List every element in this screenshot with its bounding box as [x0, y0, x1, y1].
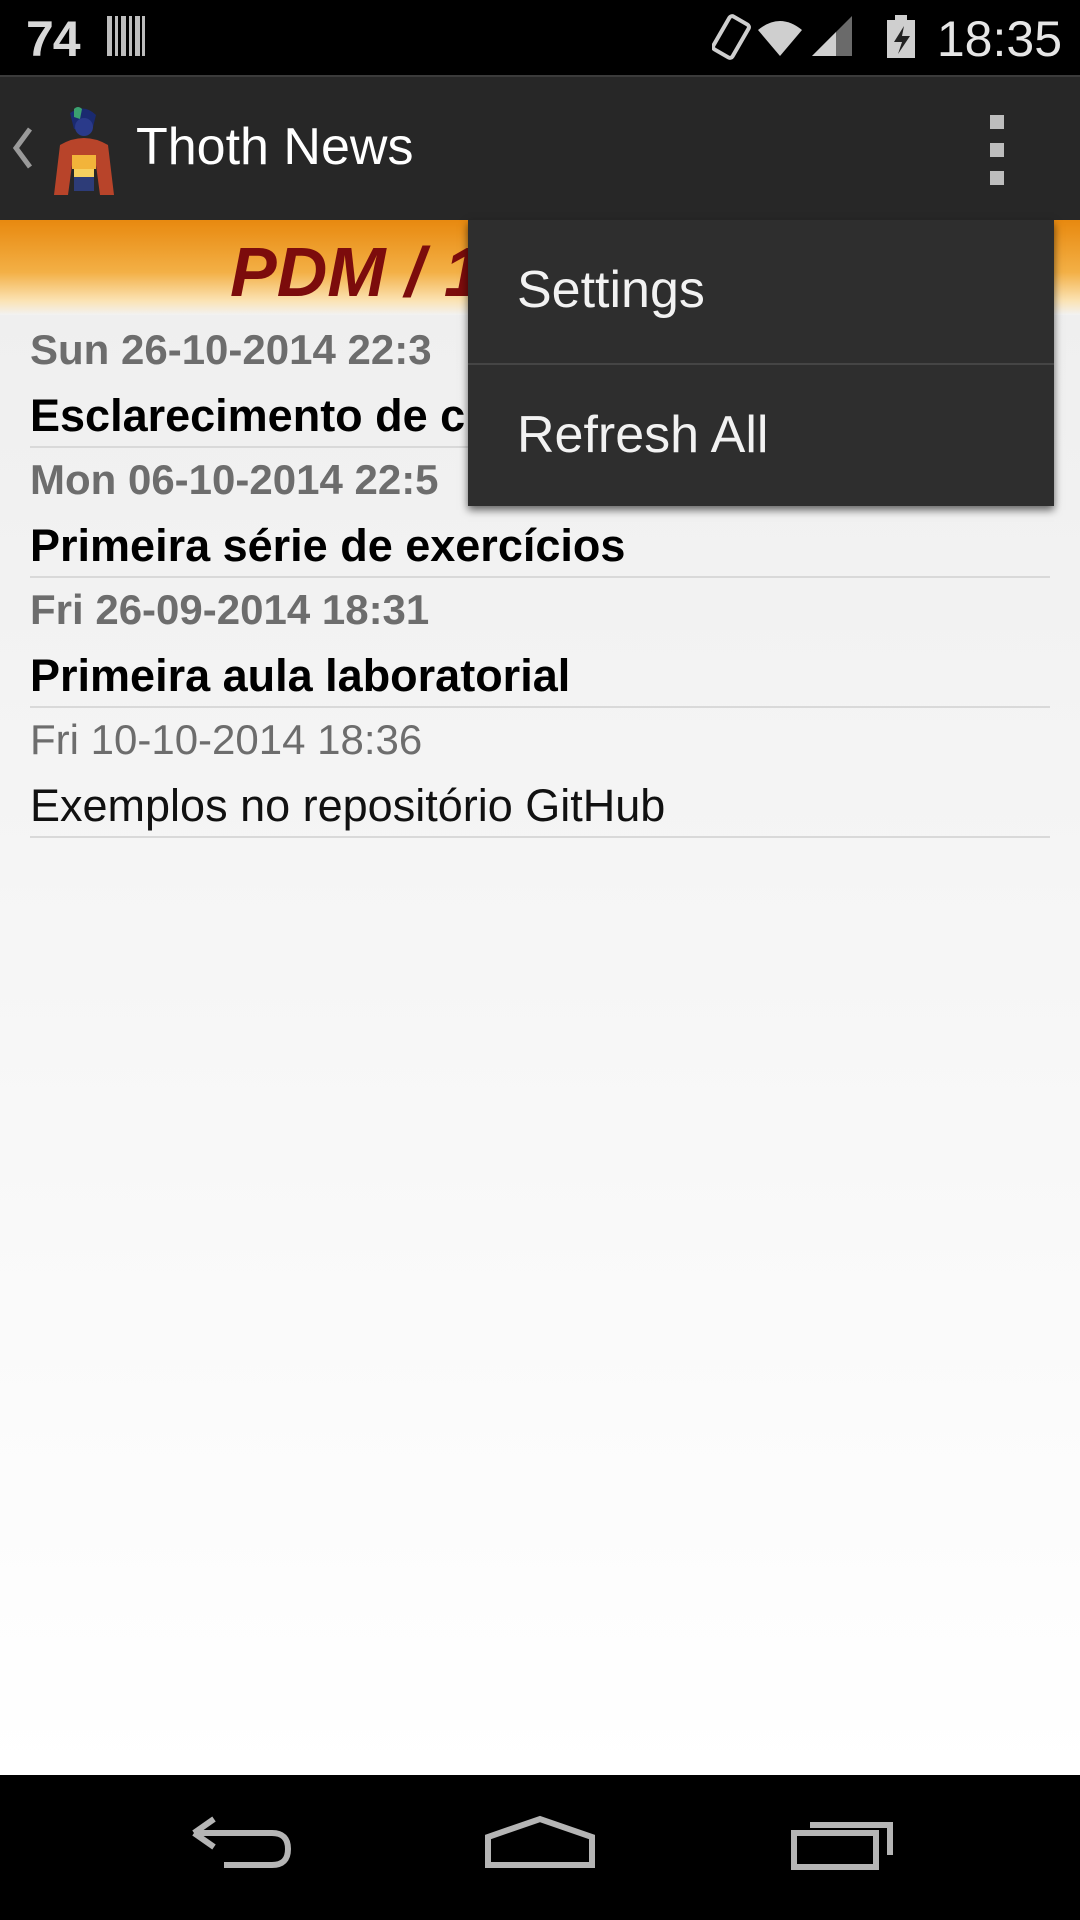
menu-item-label: Refresh All	[517, 406, 769, 464]
status-time: 18:35	[936, 11, 1062, 67]
news-item[interactable]: Fri 26-09-2014 18:31 Primeira aula labor…	[30, 578, 1050, 708]
app-title: Thoth News	[136, 118, 414, 176]
wifi-icon	[758, 21, 802, 56]
menu-item-label: Settings	[517, 261, 705, 319]
signal-icon	[812, 16, 852, 56]
status-notification-count: 74	[26, 11, 81, 67]
back-icon[interactable]	[180, 1805, 300, 1885]
news-date: Mon 06-10-2014 22:5	[30, 456, 439, 503]
back-chevron-icon[interactable]	[10, 125, 34, 171]
news-date: Fri 10-10-2014 18:36	[30, 716, 423, 763]
status-bar: 74 18:35	[0, 0, 1080, 75]
news-date: Fri 26-09-2014 18:31	[30, 586, 430, 633]
overflow-popup-menu: Settings Refresh All	[468, 220, 1054, 506]
news-title: Primeira série de exercícios	[30, 520, 626, 571]
action-bar: Thoth News	[0, 75, 1080, 222]
news-title: Esclarecimento de c	[30, 390, 466, 441]
vibrate-icon	[712, 14, 751, 60]
navigation-bar	[0, 1775, 1080, 1920]
recents-icon[interactable]	[780, 1805, 900, 1885]
news-title: Exemplos no repositório GitHub	[30, 780, 666, 831]
news-item[interactable]: Fri 10-10-2014 18:36 Exemplos no reposit…	[30, 708, 1050, 838]
battery-charging-icon	[887, 15, 915, 58]
menu-item-refresh-all[interactable]: Refresh All	[468, 365, 1054, 508]
barcode-icon	[107, 16, 145, 56]
app-logo[interactable]	[44, 105, 124, 197]
menu-item-settings[interactable]: Settings	[468, 220, 1054, 363]
overflow-menu-icon[interactable]	[975, 115, 1019, 185]
news-title: Primeira aula laboratorial	[30, 650, 571, 701]
news-date: Sun 26-10-2014 22:3	[30, 326, 432, 373]
status-icons	[712, 14, 915, 60]
course-title: PDM / 1	[230, 233, 483, 311]
home-icon[interactable]	[480, 1805, 600, 1885]
